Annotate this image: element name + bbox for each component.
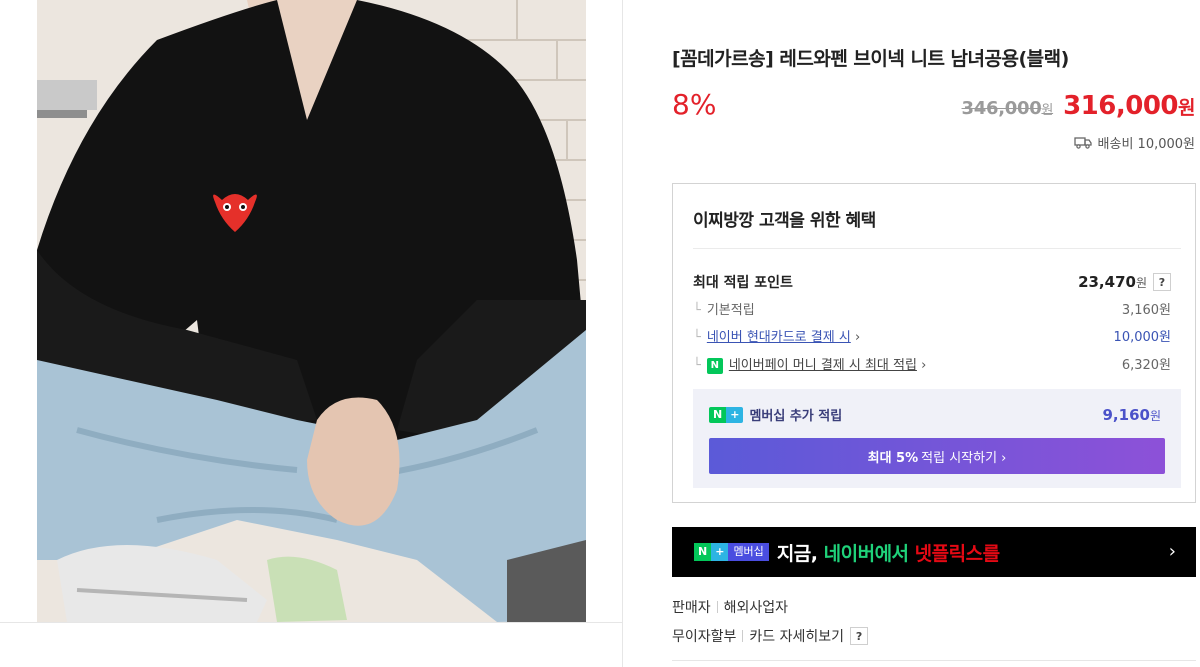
truck-icon (1073, 137, 1092, 149)
sale-price: 316,000원 (1063, 91, 1195, 121)
npay-points-link[interactable]: 네이버페이 머니 결제 시 최대 적립 (729, 358, 917, 373)
original-price: 346,000원 (961, 98, 1054, 119)
chevron-right-icon: › (854, 330, 861, 345)
price-row: 346,000원 316,000원 (961, 91, 1196, 121)
banner-text-2: 네이버에서 (823, 542, 909, 565)
naver-plus-membership-icon: N + 멤버십 (694, 543, 769, 561)
help-icon[interactable]: ? (1153, 273, 1171, 291)
card-detail-link[interactable]: 카드 자세히보기 (749, 626, 844, 646)
product-title: [꼼데가르송] 레드와펜 브이넥 니트 남녀공용(블랙) (672, 48, 1069, 70)
banner-text-3: 넷플릭스를 (914, 542, 1000, 565)
benefit-box: 이찌방깡 고객을 위한 혜택 최대 적립 포인트 23,470원 ? └ 기본적립… (672, 183, 1196, 503)
banner-text-1: 지금, (776, 542, 818, 565)
npay-points-row: └ N 네이버페이 머니 결제 시 최대 적립 › 6,320원 (693, 354, 1171, 374)
installment-info: 무이자할부 카드 자세히보기 ? (672, 626, 869, 646)
benefit-title: 이찌방깡 고객을 위한 혜택 (693, 211, 876, 231)
shipping-info: 배송비 10,000원 (1073, 133, 1195, 152)
max-points-value: 23,470원 ? (1078, 273, 1171, 291)
max-points-label: 최대 적립 포인트 (693, 275, 793, 291)
product-image-panel (0, 0, 623, 667)
npay-points-value: 6,320원 (1121, 358, 1171, 374)
installment-label: 무이자할부 (672, 629, 737, 645)
naverpay-icon: N (706, 357, 723, 374)
card-points-row: └ 네이버 현대카드로 결제 시 › 10,000원 (693, 326, 1171, 345)
netflix-membership-banner[interactable]: N + 멤버십 지금, 네이버에서 넷플릭스를 › (672, 527, 1196, 577)
max-points-row: 최대 적립 포인트 23,470원 ? (693, 272, 1171, 292)
membership-box: N + 멤버십 추가 적립 9,160원 최대 5% 적립 시작하기 › (693, 389, 1181, 488)
start-membership-button[interactable]: 최대 5% 적립 시작하기 › (709, 438, 1165, 474)
chevron-right-icon: › (1168, 541, 1176, 562)
basic-points-label: 기본적립 (706, 303, 755, 318)
seller-info: 판매자 해외사업자 (672, 597, 788, 617)
help-icon[interactable]: ? (850, 627, 869, 645)
basic-points-row: └ 기본적립 3,160원 (693, 299, 1171, 318)
product-info: [꼼데가르송] 레드와펜 브이넥 니트 남녀공용(블랙) 8% 346,000원… (672, 0, 1200, 667)
membership-value: 9,160원 (1102, 405, 1162, 424)
card-points-link[interactable]: 네이버 현대카드로 결제 시 (707, 330, 851, 345)
shipping-text: 배송비 10,000원 (1097, 137, 1195, 152)
card-points-value: 10,000원 (1113, 330, 1171, 345)
membership-label: 멤버십 추가 적립 (749, 409, 843, 424)
product-photo-illustration (37, 0, 586, 622)
product-photo[interactable] (37, 0, 586, 622)
naver-plus-icon: N + (709, 406, 744, 423)
seller-label: 판매자 (672, 600, 711, 616)
chevron-right-icon: › (921, 358, 927, 373)
discount-rate: 8% (672, 88, 717, 121)
seller-type: 해외사업자 (723, 600, 789, 616)
basic-points-value: 3,160원 (1121, 303, 1171, 318)
